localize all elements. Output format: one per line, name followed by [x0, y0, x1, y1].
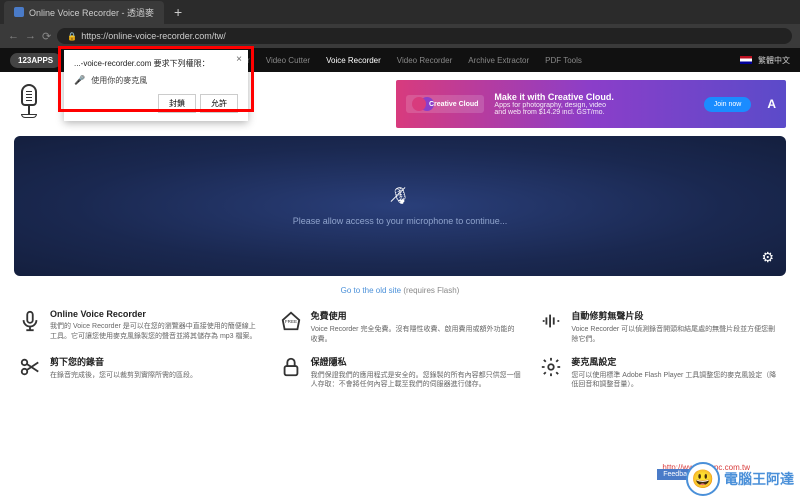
features-grid: Online Voice Recorder我們的 Voice Recorder … [0, 305, 800, 394]
microphone-icon [18, 309, 42, 333]
browser-tab-strip: Online Voice Recorder - 透過麥 + [0, 0, 800, 24]
allow-button[interactable]: 允許 [200, 94, 238, 113]
nav-archive-extractor[interactable]: Archive Extractor [462, 53, 535, 68]
language-selector[interactable]: 繁體中文 [758, 55, 790, 66]
old-site-note: (requires Flash) [401, 286, 459, 295]
nav-pdf-tools[interactable]: PDF Tools [539, 53, 588, 68]
reload-button[interactable]: ⟳ [42, 30, 51, 43]
settings-gear-icon[interactable]: ⚙ [761, 249, 774, 266]
tab-favicon [14, 7, 24, 17]
block-button[interactable]: 封鎖 [158, 94, 196, 113]
ad-cta-button[interactable]: Join now [704, 97, 752, 112]
feature-mic-settings: 麥克風設定您可以使用標準 Adobe Flash Player 工具調整您的麥克… [539, 355, 782, 391]
app-logo-mic [14, 84, 44, 124]
url-text: https://online-voice-recorder.com/tw/ [81, 31, 226, 41]
scissors-icon [18, 355, 42, 379]
watermark: 😃 電腦王阿達 [686, 462, 794, 496]
browser-toolbar: ← → ⟳ 🔒 https://online-voice-recorder.co… [0, 24, 800, 48]
watermark-text: 電腦王阿達 [724, 469, 794, 489]
panel-message: Please allow access to your microphone t… [293, 216, 508, 226]
free-tag-icon: FREE [279, 309, 303, 333]
browser-tab[interactable]: Online Voice Recorder - 透過麥 [4, 1, 164, 24]
address-bar[interactable]: 🔒 https://online-voice-recorder.com/tw/ [57, 28, 792, 44]
gear-icon [539, 355, 563, 379]
brand-logo[interactable]: 123APPS [10, 53, 61, 68]
new-tab-button[interactable]: + [174, 4, 182, 20]
recorder-panel: 🎙 Please allow access to your microphone… [14, 136, 786, 276]
lock-icon: 🔒 [67, 32, 77, 41]
adobe-logo: A [767, 97, 776, 111]
lock-icon [279, 355, 303, 379]
permission-dialog: × ...-voice-recorder.com 要求下列權限： 🎤 使用你的麥… [64, 50, 248, 121]
microphone-off-icon: 🎙 [390, 186, 410, 206]
feature-cut: 剪下您的錄音在錄音完成後，您可以裁剪到實際所需的區段。 [18, 355, 261, 391]
nav-voice-recorder[interactable]: Voice Recorder [320, 53, 387, 68]
microphone-icon: 🎤 [74, 75, 85, 86]
feature-free: FREE 免費使用Voice Recorder 完全免費。沒有隱性收費、啟用費用… [279, 309, 522, 345]
ad-text: Make it with Creative Cloud. Apps for ph… [494, 92, 614, 116]
forward-button[interactable]: → [25, 30, 36, 42]
ad-badge: Creative Cloud [406, 95, 484, 113]
ad-banner[interactable]: Creative Cloud Make it with Creative Clo… [396, 80, 786, 128]
permission-body: 🎤 使用你的麥克風 [74, 75, 238, 86]
feature-privacy: 保證隱私我們保證我們的應用程式是安全的。您錄製的所有內容都只供您一個人存取：不會… [279, 355, 522, 391]
feature-recorder: Online Voice Recorder我們的 Voice Recorder … [18, 309, 261, 345]
old-site-link-row: Go to the old site (requires Flash) [0, 276, 800, 305]
back-button[interactable]: ← [8, 30, 19, 42]
flag-icon [740, 56, 752, 64]
nav-video-recorder[interactable]: Video Recorder [391, 53, 458, 68]
close-icon[interactable]: × [236, 54, 242, 65]
svg-text:FREE: FREE [285, 319, 297, 324]
nav-video-cutter[interactable]: Video Cutter [260, 53, 316, 68]
permission-title: ...-voice-recorder.com 要求下列權限： [74, 58, 238, 69]
watermark-avatar: 😃 [686, 462, 720, 496]
feature-autotrim: 自動修剪無聲片段Voice Recorder 可以偵測錄音開頭和結尾處的無聲片段… [539, 309, 782, 345]
tab-title: Online Voice Recorder - 透過麥 [29, 6, 154, 19]
waveform-icon [539, 309, 563, 333]
old-site-link[interactable]: Go to the old site [341, 286, 401, 295]
